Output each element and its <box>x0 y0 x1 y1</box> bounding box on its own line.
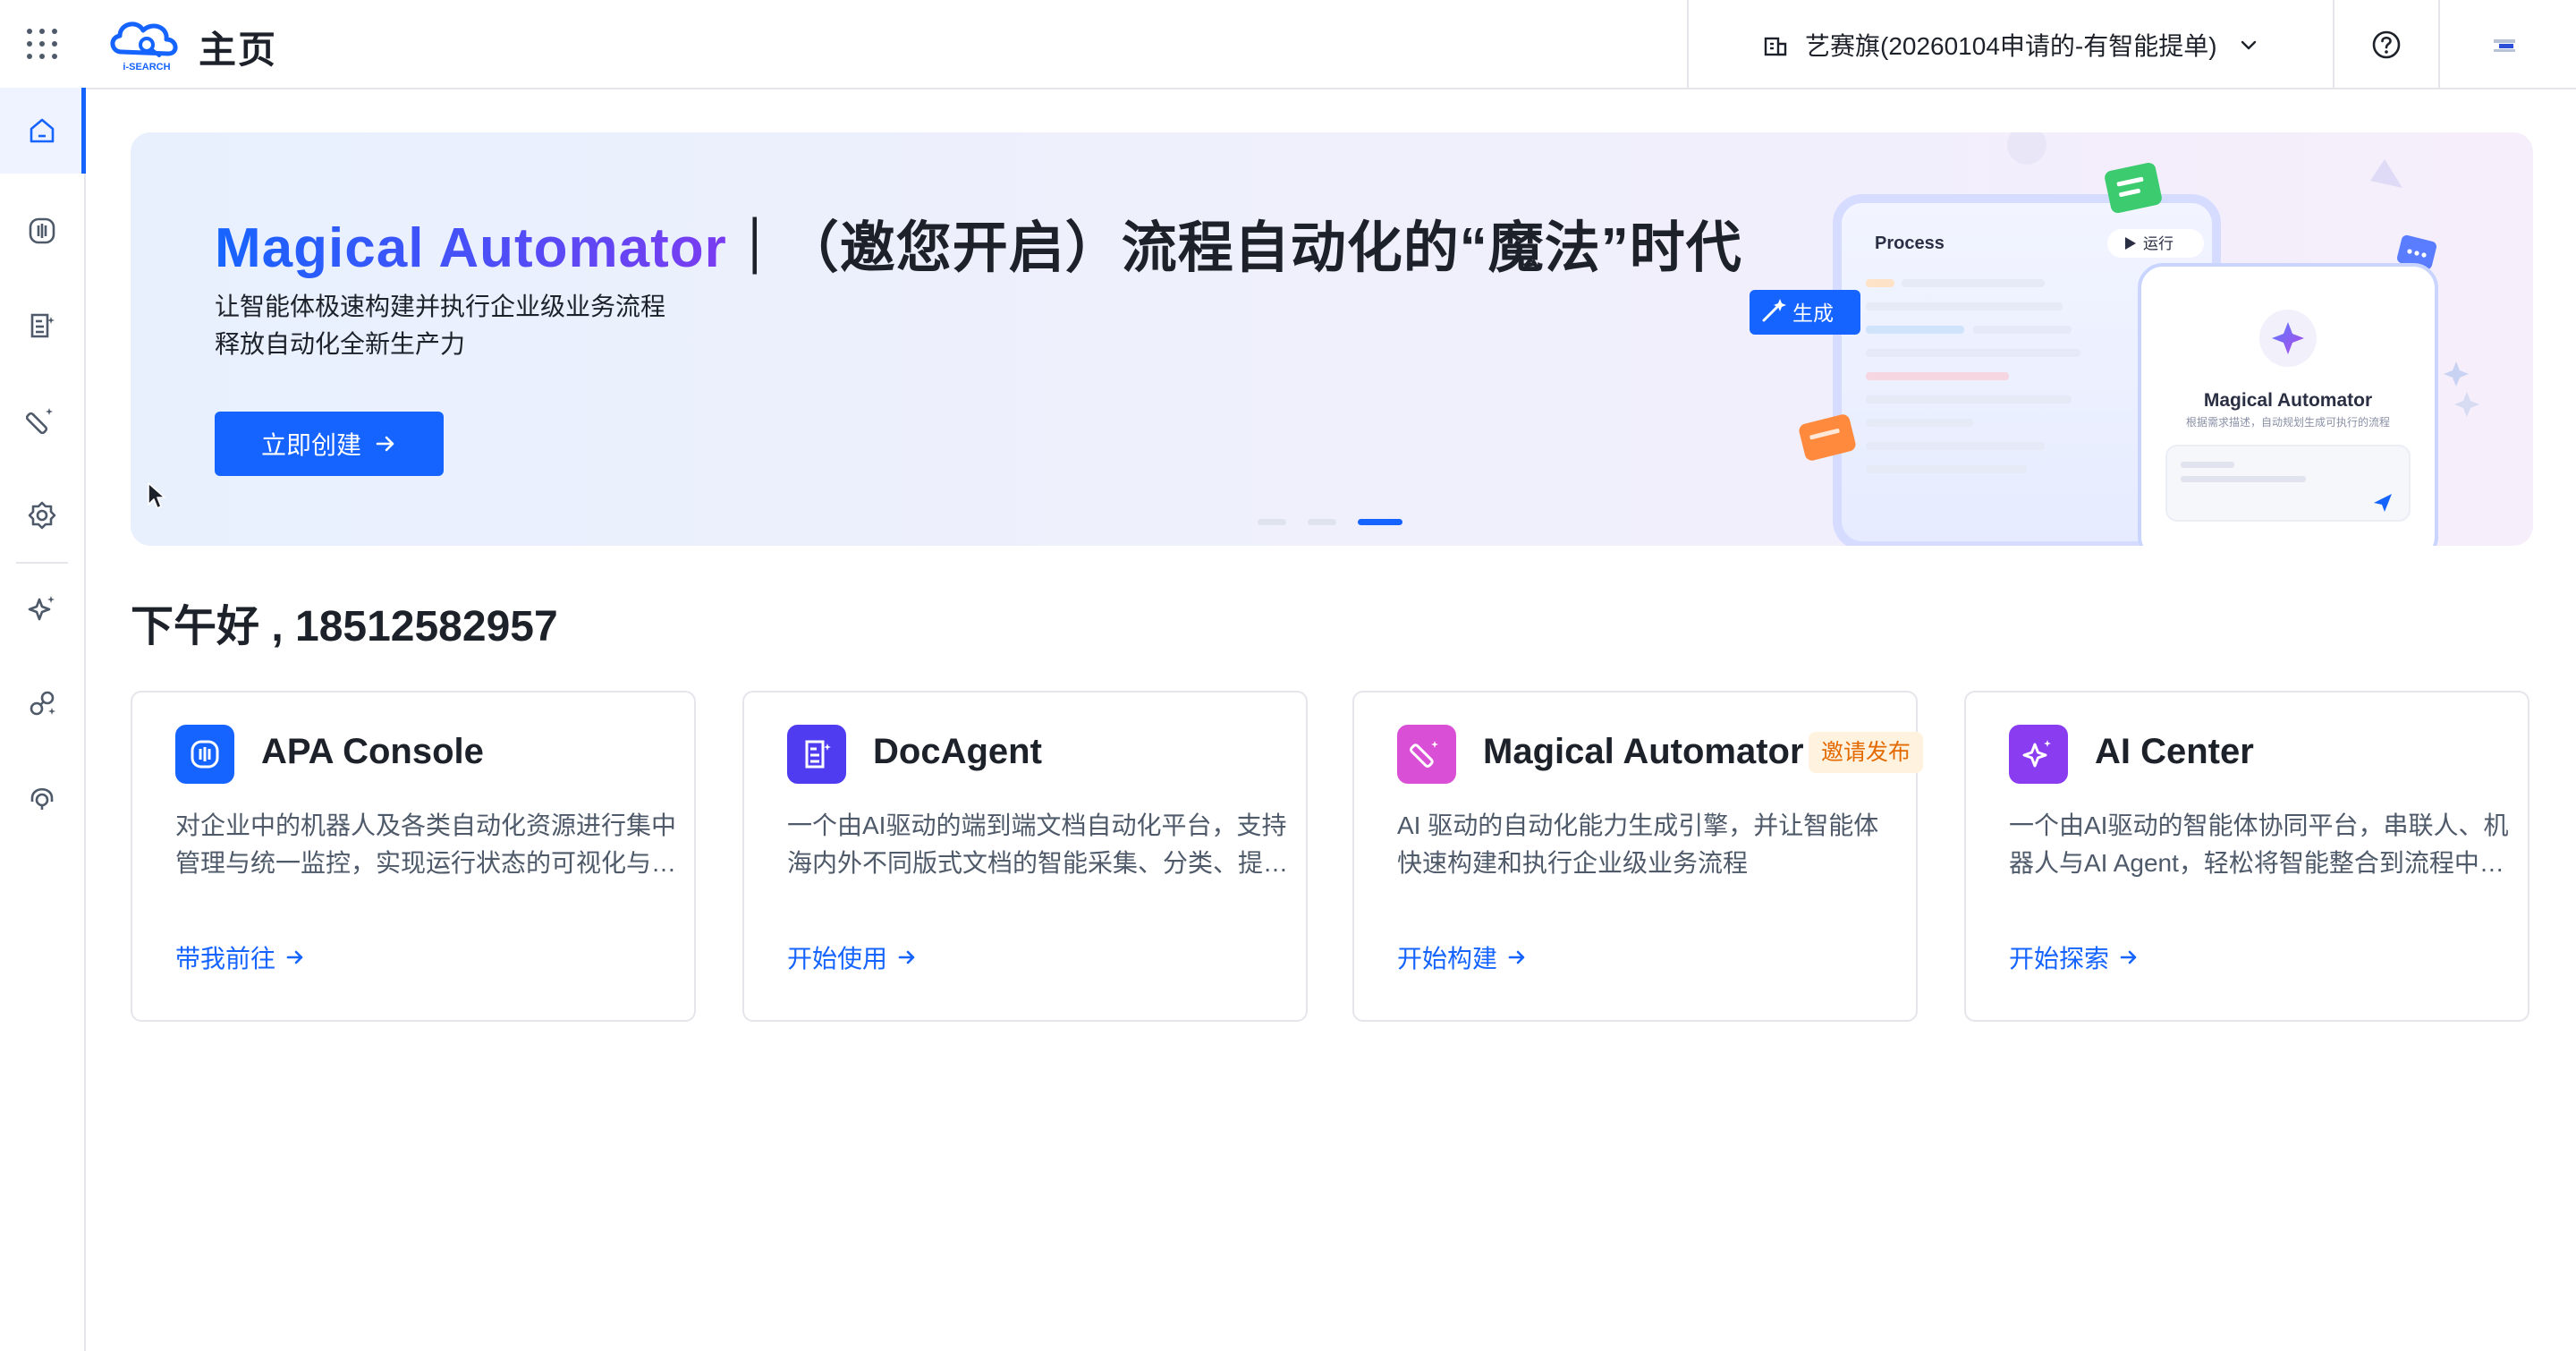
help-icon[interactable] <box>2370 29 2402 61</box>
card-icon <box>175 725 234 784</box>
arrow-right-icon <box>2120 950 2137 964</box>
banner-subtitle: 让智能体极速构建并执行企业级业务流程 释放自动化全新生产力 <box>215 288 665 363</box>
card-description: 对企业中的机器人及各类自动化资源进行集中管理与统一监控，实现运行状态的可视化与… <box>175 811 676 877</box>
card-icon <box>1397 725 1456 784</box>
sidebar-item-ai-center[interactable] <box>0 565 84 651</box>
product-card-ai-center[interactable]: AI Center 一个由AI驱动的智能体协同平台，串联人、机器人与AI Age… <box>1964 691 2529 1022</box>
robot-link-icon <box>30 691 55 716</box>
product-card-apa-console[interactable]: APA Console 对企业中的机器人及各类自动化资源进行集中管理与统一监控，… <box>131 691 696 1022</box>
mouse-cursor-icon <box>148 482 165 509</box>
arrow-right-icon <box>286 950 303 964</box>
card-icon <box>787 725 846 784</box>
chevron-down-icon <box>2241 40 2256 50</box>
banner-subtitle-line: 让智能体极速构建并执行企业级业务流程 <box>215 293 666 320</box>
card-title: APA Console <box>261 732 484 771</box>
card-icon <box>2009 725 2068 784</box>
product-card-docagent[interactable]: DocAgent 一个由AI驱动的端到端文档自动化平台，支持海内外不同版式文档的… <box>742 691 1308 1022</box>
card-link-label: 开始使用 <box>787 945 888 973</box>
arrow-right-icon <box>1508 950 1525 964</box>
card-link-go[interactable]: 带我前往 <box>175 939 306 975</box>
card-link-build[interactable]: 开始构建 <box>1397 939 1528 975</box>
process-label: Process <box>1875 234 1945 253</box>
card-description: 一个由AI驱动的智能体协同平台，串联人、机器人与AI Agent，轻松将智能整合… <box>2009 811 2509 877</box>
home-icon <box>30 118 55 143</box>
header-divider <box>2333 0 2334 88</box>
run-label: 运行 <box>2143 235 2174 252</box>
logo-text: i-SEARCH <box>123 62 170 72</box>
banner-illustration: Process 运行 生成 Magical Automator 根据需求描述，自… <box>1750 132 2479 546</box>
promo-banner[interactable]: Magical Automator｜（邀您开启）流程自动化的“魔法”时代 让智能… <box>131 132 2533 546</box>
sidebar <box>0 88 86 1351</box>
org-name: 艺赛旗(20260104申请的-有智能提单) <box>1805 32 2217 60</box>
page-title: 主页 <box>199 29 278 71</box>
sidebar-item-support[interactable] <box>0 755 84 841</box>
card-link-label: 开始构建 <box>1397 945 1498 973</box>
card-description: AI 驱动的自动化能力生成引擎，并让智能体快速构建和执行企业级业务流程 <box>1397 811 1879 877</box>
top-bar: i-SEARCH 主页 艺赛旗(20260104申请的-有智能提单) <box>0 0 2576 89</box>
card-link-label: 开始探索 <box>2009 945 2110 973</box>
gear-icon <box>28 501 56 530</box>
carousel-dot[interactable] <box>1308 519 1336 525</box>
sidebar-item-console[interactable] <box>0 188 84 274</box>
isearch-logo: i-SEARCH <box>110 21 178 72</box>
card-link-label: 带我前往 <box>175 945 276 973</box>
card-description: 一个由AI驱动的端到端文档自动化平台，支持海内外不同版式文档的智能采集、分类、提… <box>787 811 1288 877</box>
carousel-indicator <box>1258 519 1402 525</box>
create-now-label: 立即创建 <box>260 431 361 459</box>
console-icon <box>191 740 219 769</box>
document-icon <box>805 740 831 769</box>
sidebar-item-integration[interactable] <box>0 660 84 746</box>
product-card-magical-automator[interactable]: Magical Automator 邀请发布 AI 驱动的自动化能力生成引擎，并… <box>1352 691 1924 1022</box>
sidebar-item-automator[interactable] <box>0 378 84 463</box>
console-icon <box>29 217 55 244</box>
headset-icon <box>30 787 54 810</box>
card-link-start[interactable]: 开始使用 <box>787 939 918 975</box>
sparkle-icon <box>28 596 55 621</box>
banner-title: Magical Automator｜（邀您开启）流程自动化的“魔法”时代 <box>215 202 1742 283</box>
org-switcher[interactable]: 艺赛旗(20260104申请的-有智能提单) <box>1762 25 2258 64</box>
document-icon <box>30 313 55 338</box>
header-divider <box>2438 0 2440 88</box>
user-avatar[interactable] <box>2485 27 2524 63</box>
generate-label: 生成 <box>1792 302 1834 325</box>
banner-title-highlight: Magical Automator <box>215 217 727 279</box>
sidebar-item-settings[interactable] <box>0 472 84 558</box>
card-title: AI Center <box>2095 732 2254 771</box>
arrow-right-icon <box>898 950 915 964</box>
wand-icon <box>1410 741 1438 768</box>
wand-icon <box>26 408 53 435</box>
carousel-dot[interactable] <box>1258 519 1286 525</box>
sparkle-icon <box>2022 740 2051 768</box>
create-now-button[interactable]: 立即创建 <box>215 412 444 476</box>
sidebar-item-docagent[interactable] <box>0 283 84 369</box>
panel-subtitle: 根据需求描述，自动规划生成可执行的流程 <box>2186 415 2390 429</box>
banner-subtitle-line: 释放自动化全新生产力 <box>215 330 466 358</box>
building-icon <box>1764 37 1787 56</box>
panel-title: Magical Automator <box>2204 390 2372 411</box>
arrow-right-icon <box>376 436 394 452</box>
carousel-dot-active[interactable] <box>1358 519 1402 525</box>
invite-badge: 邀请发布 <box>1809 732 1924 773</box>
sidebar-item-home[interactable] <box>0 88 86 174</box>
sidebar-divider <box>16 562 68 564</box>
greeting: 下午好 , 18512582957 <box>131 603 558 650</box>
header-divider <box>1687 0 1689 88</box>
card-title: DocAgent <box>873 732 1042 771</box>
app-grid-icon[interactable] <box>27 29 57 59</box>
card-title: Magical Automator <box>1483 732 1804 771</box>
card-link-explore[interactable]: 开始探索 <box>2009 939 2140 975</box>
